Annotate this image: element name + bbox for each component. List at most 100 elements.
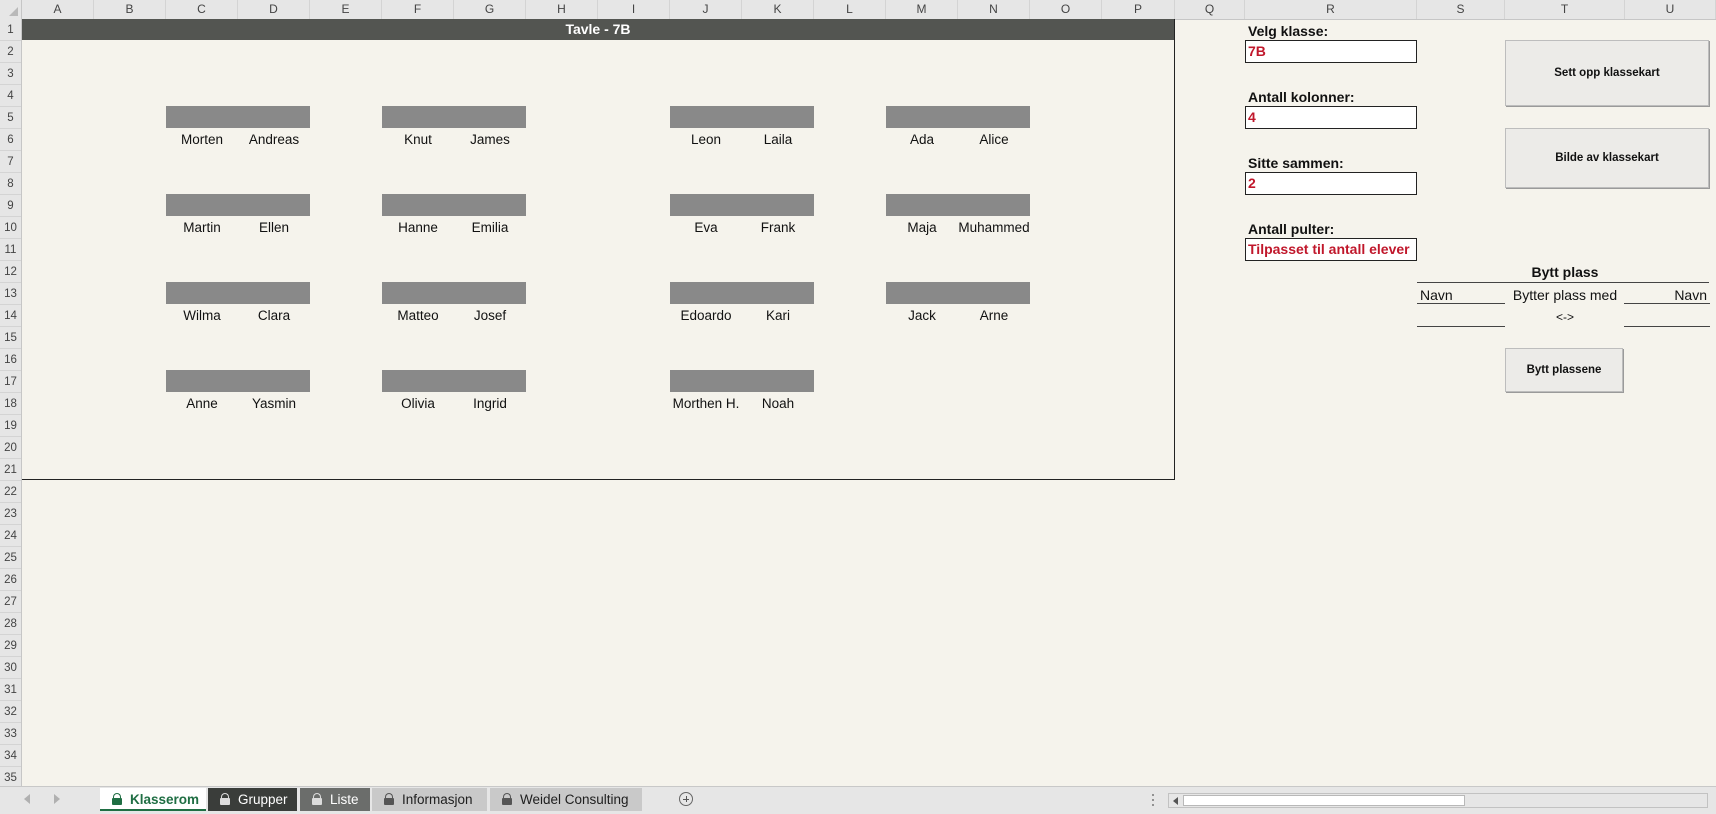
- column-header-0[interactable]: A: [22, 0, 94, 19]
- row-header-4[interactable]: 5: [0, 107, 21, 129]
- student-name[interactable]: Alice: [958, 132, 1030, 147]
- column-header-9[interactable]: J: [670, 0, 742, 19]
- student-name[interactable]: Laila: [742, 132, 814, 147]
- student-name[interactable]: Muhammed: [958, 220, 1030, 235]
- velg-klasse-field[interactable]: 7B: [1245, 40, 1417, 63]
- student-name[interactable]: Maja: [886, 220, 958, 235]
- column-header-3[interactable]: D: [238, 0, 310, 19]
- student-name[interactable]: Kari: [742, 308, 814, 323]
- row-header-13[interactable]: 14: [0, 305, 21, 327]
- student-name[interactable]: Jack: [886, 308, 958, 323]
- student-name[interactable]: James: [454, 132, 526, 147]
- row-header-33[interactable]: 34: [0, 745, 21, 767]
- student-name[interactable]: Martin: [166, 220, 238, 235]
- row-header-25[interactable]: 26: [0, 569, 21, 591]
- row-header-7[interactable]: 8: [0, 173, 21, 195]
- row-header-8[interactable]: 9: [0, 195, 21, 217]
- row-header-19[interactable]: 20: [0, 437, 21, 459]
- column-header-13[interactable]: N: [958, 0, 1030, 19]
- sheet-tab-weidel-consulting[interactable]: Weidel Consulting: [490, 788, 642, 811]
- column-header-20[interactable]: U: [1625, 0, 1716, 19]
- row-header-29[interactable]: 30: [0, 657, 21, 679]
- student-name[interactable]: Morten: [166, 132, 238, 147]
- row-header-2[interactable]: 3: [0, 63, 21, 85]
- row-header-10[interactable]: 11: [0, 239, 21, 261]
- student-name[interactable]: Andreas: [238, 132, 310, 147]
- scroll-tabs-left-icon[interactable]: [24, 794, 30, 804]
- student-name[interactable]: Ada: [886, 132, 958, 147]
- antall-pulter-field[interactable]: Tilpasset til antall elever: [1245, 238, 1417, 261]
- sheet-tab-liste[interactable]: Liste: [300, 788, 370, 811]
- sheet-tab-klasserom[interactable]: Klasserom: [100, 788, 206, 811]
- row-header-26[interactable]: 27: [0, 591, 21, 613]
- student-name[interactable]: Emilia: [454, 220, 526, 235]
- student-name[interactable]: Ingrid: [454, 396, 526, 411]
- column-header-12[interactable]: M: [886, 0, 958, 19]
- scroll-tabs-right-icon[interactable]: [54, 794, 60, 804]
- row-header-3[interactable]: 4: [0, 85, 21, 107]
- row-header-27[interactable]: 28: [0, 613, 21, 635]
- column-header-17[interactable]: R: [1245, 0, 1417, 19]
- student-name[interactable]: Noah: [742, 396, 814, 411]
- student-name[interactable]: Wilma: [166, 308, 238, 323]
- select-all-corner[interactable]: [0, 0, 22, 19]
- row-header-21[interactable]: 22: [0, 481, 21, 503]
- navn-left-input-line[interactable]: [1417, 326, 1505, 327]
- row-header-18[interactable]: 19: [0, 415, 21, 437]
- row-header-17[interactable]: 18: [0, 393, 21, 415]
- sheet-tab-informasjon[interactable]: Informasjon: [372, 788, 487, 811]
- column-header-7[interactable]: H: [526, 0, 598, 19]
- column-header-8[interactable]: I: [598, 0, 670, 19]
- row-header-11[interactable]: 12: [0, 261, 21, 283]
- row-header-0[interactable]: 1: [0, 19, 21, 41]
- scroll-left-arrow-icon[interactable]: [1173, 797, 1178, 805]
- row-header-23[interactable]: 24: [0, 525, 21, 547]
- antall-kolonner-field[interactable]: 4: [1245, 106, 1417, 129]
- student-name[interactable]: Matteo: [382, 308, 454, 323]
- column-header-11[interactable]: L: [814, 0, 886, 19]
- row-header-15[interactable]: 16: [0, 349, 21, 371]
- student-name[interactable]: Ellen: [238, 220, 310, 235]
- column-header-5[interactable]: F: [382, 0, 454, 19]
- student-name[interactable]: Morthen H.: [670, 396, 742, 411]
- student-name[interactable]: Eva: [670, 220, 742, 235]
- student-name[interactable]: Olivia: [382, 396, 454, 411]
- sitte-sammen-field[interactable]: 2: [1245, 172, 1417, 195]
- column-header-18[interactable]: S: [1417, 0, 1505, 19]
- row-header-5[interactable]: 6: [0, 129, 21, 151]
- column-header-15[interactable]: P: [1102, 0, 1175, 19]
- column-header-16[interactable]: Q: [1175, 0, 1245, 19]
- row-header-31[interactable]: 32: [0, 701, 21, 723]
- student-name[interactable]: Anne: [166, 396, 238, 411]
- column-header-1[interactable]: B: [94, 0, 166, 19]
- student-name[interactable]: Knut: [382, 132, 454, 147]
- row-header-9[interactable]: 10: [0, 217, 21, 239]
- student-name[interactable]: Arne: [958, 308, 1030, 323]
- navn-right-input-line[interactable]: [1624, 326, 1710, 327]
- student-name[interactable]: Clara: [238, 308, 310, 323]
- row-header-30[interactable]: 31: [0, 679, 21, 701]
- student-name[interactable]: Frank: [742, 220, 814, 235]
- scrollbar-thumb[interactable]: [1183, 795, 1465, 806]
- row-header-14[interactable]: 15: [0, 327, 21, 349]
- student-name[interactable]: Leon: [670, 132, 742, 147]
- row-header-6[interactable]: 7: [0, 151, 21, 173]
- column-header-14[interactable]: O: [1030, 0, 1102, 19]
- sheet-tab-grupper[interactable]: Grupper: [208, 788, 297, 811]
- row-header-12[interactable]: 13: [0, 283, 21, 305]
- column-header-6[interactable]: G: [454, 0, 526, 19]
- column-header-10[interactable]: K: [742, 0, 814, 19]
- row-header-32[interactable]: 33: [0, 723, 21, 745]
- row-header-28[interactable]: 29: [0, 635, 21, 657]
- student-name[interactable]: Hanne: [382, 220, 454, 235]
- row-header-24[interactable]: 25: [0, 547, 21, 569]
- horizontal-scrollbar[interactable]: [1168, 793, 1708, 808]
- column-header-4[interactable]: E: [310, 0, 382, 19]
- row-header-16[interactable]: 17: [0, 371, 21, 393]
- column-header-19[interactable]: T: [1505, 0, 1625, 19]
- student-name[interactable]: Edoardo: [670, 308, 742, 323]
- student-name[interactable]: Yasmin: [238, 396, 310, 411]
- add-sheet-icon[interactable]: [679, 792, 693, 806]
- row-header-20[interactable]: 21: [0, 459, 21, 481]
- column-header-2[interactable]: C: [166, 0, 238, 19]
